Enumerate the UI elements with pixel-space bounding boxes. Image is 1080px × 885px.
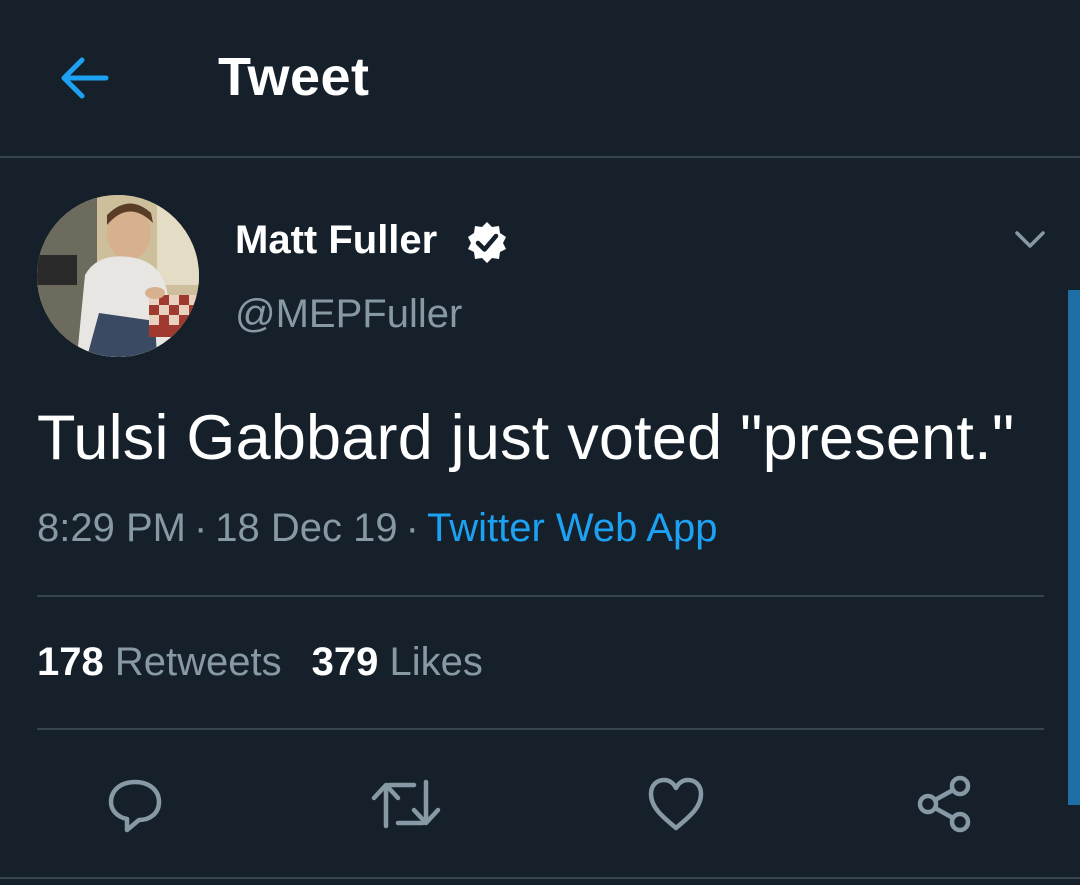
avatar[interactable]	[37, 195, 199, 357]
tweet-source-link[interactable]: Twitter Web App	[427, 506, 718, 550]
likes-label: Likes	[389, 640, 483, 684]
page-title: Tweet	[218, 47, 370, 107]
retweets-label: Retweets	[114, 640, 282, 684]
back-button[interactable]	[50, 44, 118, 112]
reply-icon	[108, 779, 162, 833]
share-button[interactable]	[912, 772, 976, 836]
chevron-down-icon	[1015, 231, 1045, 248]
divider	[0, 877, 1080, 879]
tweet-date: 18 Dec 19	[215, 506, 398, 550]
tweet-menu-button[interactable]	[1008, 222, 1052, 258]
meta-separator: ·	[405, 506, 419, 550]
divider	[37, 595, 1044, 597]
retweet-icon	[371, 779, 441, 829]
divider	[37, 728, 1044, 730]
scrollbar[interactable]	[1068, 290, 1080, 805]
arrow-left-icon	[61, 57, 109, 99]
top-app-bar: Tweet	[0, 0, 1080, 158]
retweets-stat[interactable]: 178 Retweets	[37, 640, 282, 684]
retweet-button[interactable]	[370, 772, 442, 836]
tweet-detail-screen: Tweet Matt Fuller @MEPFuller Tulsi Gabba…	[0, 0, 1080, 885]
meta-separator: ·	[193, 506, 208, 550]
author-name[interactable]: Matt Fuller	[235, 218, 437, 263]
reply-button[interactable]	[103, 772, 167, 836]
retweets-count: 178	[37, 640, 104, 684]
likes-stat[interactable]: 379 Likes	[312, 640, 483, 684]
share-icon	[917, 775, 971, 833]
profile-photo	[37, 195, 199, 357]
author-handle[interactable]: @MEPFuller	[235, 292, 462, 337]
tweet-meta: 8:29 PM · 18 Dec 19 · Twitter Web App	[37, 506, 717, 551]
tweet-stats: 178 Retweets 379 Likes	[37, 640, 483, 685]
tweet-text: Tulsi Gabbard just voted "present."	[37, 403, 1015, 473]
likes-count: 379	[311, 640, 379, 684]
like-button[interactable]	[644, 772, 708, 836]
verified-badge-icon	[468, 222, 506, 263]
like-icon	[648, 777, 704, 831]
tweet-time: 8:29 PM	[37, 506, 186, 550]
